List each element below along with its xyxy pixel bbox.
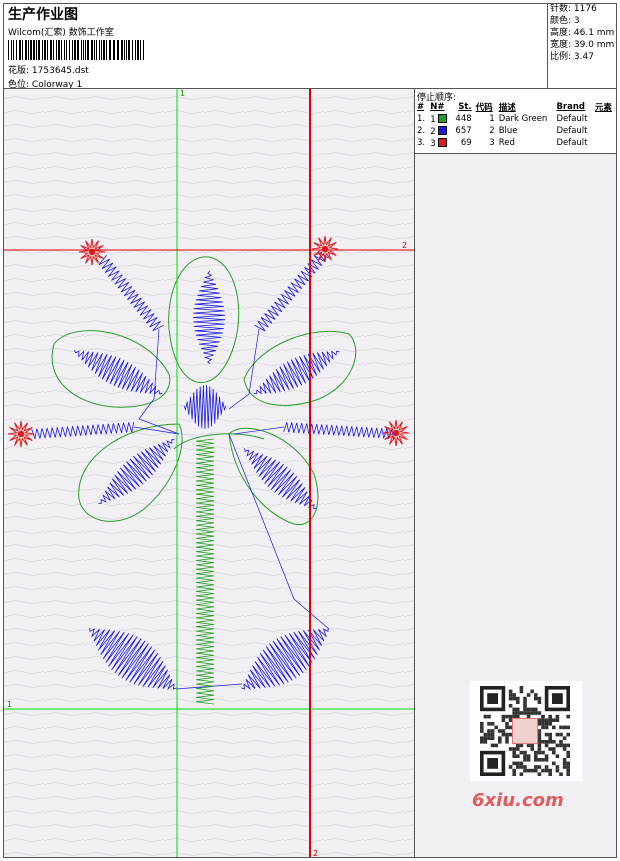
red-v-label: 2: [313, 849, 318, 857]
row-brand: Default: [556, 138, 588, 148]
design-canvas: 1 1 2 2: [4, 89, 414, 857]
stat-stitches: 针数: 1176: [550, 4, 597, 14]
col-n: N#: [430, 102, 445, 112]
stop-sequence-table: # N# St. 代码 描述 Brand 元素 1. 1 448 1 Dark …: [415, 101, 616, 149]
row-code: 2: [489, 126, 495, 136]
color-swatch: [438, 125, 448, 135]
stat-width: 宽度: 39.0 mm: [550, 40, 615, 50]
row-desc: Dark Green: [498, 114, 548, 124]
studio-name: Wilcom(汇索) 数饰工作室: [8, 28, 114, 38]
page-title: 生产作业图: [8, 7, 78, 23]
row-brand: Default: [556, 126, 588, 136]
row-st: 69: [460, 138, 472, 148]
row-num: 3.: [417, 138, 426, 148]
col-brand: Brand: [556, 102, 585, 112]
table-row: 1. 1 448 1 Dark Green Default: [415, 113, 616, 125]
row-num: 1.: [417, 114, 426, 124]
table-row: 3. 3 69 3 Red Default: [415, 137, 616, 149]
row-n: 2: [428, 125, 451, 137]
row-code: 3: [489, 138, 495, 148]
table-header-row: # N# St. 代码 描述 Brand 元素: [415, 101, 616, 113]
col-st: St.: [458, 102, 472, 112]
stop-sequence-panel: 停止顺序: # N# St. 代码 描述 Brand 元素 1. 1 448 1…: [415, 89, 616, 153]
row-desc: Red: [498, 138, 515, 148]
barcode-icon: [8, 40, 144, 60]
color-swatch: [438, 137, 448, 147]
row-n: 1: [428, 113, 451, 125]
row-desc: Blue: [498, 126, 518, 136]
col-desc: 描述: [498, 103, 516, 113]
col-num: #: [417, 102, 425, 112]
row-num: 2.: [417, 126, 426, 136]
embroidery-design: 1 1 2 2: [4, 89, 414, 857]
green-v-label: 1: [180, 89, 185, 98]
design-label: 花版:: [8, 66, 30, 76]
qr-code-icon: [470, 681, 582, 781]
design-file: 花版: 1753645.dst: [8, 63, 89, 76]
site-logo: 6xiu.com: [472, 790, 564, 811]
col-code: 代码: [475, 103, 493, 113]
row-code: 1: [489, 114, 495, 124]
row-brand: Default: [556, 114, 588, 124]
row-st: 448: [455, 114, 472, 124]
stop-sequence-divider: [415, 153, 616, 154]
table-row: 2. 2 657 2 Blue Default: [415, 125, 616, 137]
row-n: 3: [428, 137, 451, 149]
header-panel: 生产作业图 Wilcom(汇索) 数饰工作室 花版: 1753645.dst 色…: [3, 3, 547, 90]
row-st: 657: [455, 126, 472, 136]
stat-scale: 比例: 3.47: [550, 52, 594, 62]
col-element: 元素: [594, 103, 612, 113]
stat-colors: 颜色: 3: [550, 16, 580, 26]
stat-height: 高度: 46.1 mm: [550, 28, 615, 38]
design-value: 1753645.dst: [31, 66, 89, 76]
stats-panel: 针数: 1176 颜色: 3 高度: 46.1 mm 宽度: 39.0 mm 比…: [547, 3, 617, 88]
green-h-label: 1: [7, 700, 12, 709]
red-h-label: 2: [402, 241, 407, 250]
color-swatch: [438, 113, 448, 123]
